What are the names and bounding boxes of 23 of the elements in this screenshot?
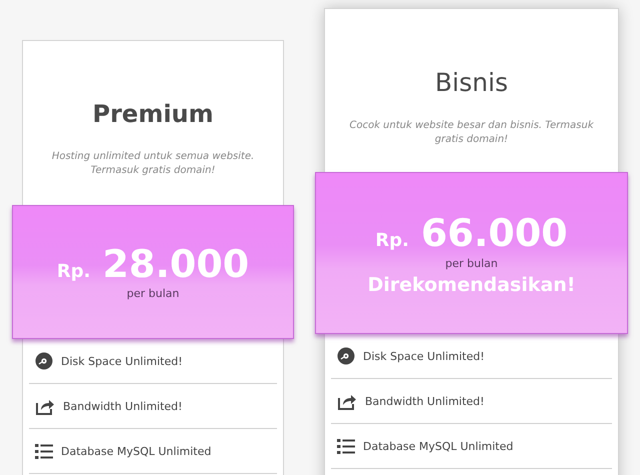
list-icon [337,438,355,454]
plan-description: Hosting unlimited untuk semua website. Termasuk gratis domain! [50,150,256,177]
share-icon [35,397,55,415]
feature-label: Database MySQL Unlimited [363,440,514,452]
disc-icon [35,352,53,370]
feature-label: Disk Space Unlimited! [363,350,485,362]
list-icon [35,444,53,458]
plan-description: Cocok untuk website besar dan bisnis. Termasuk gratis domain! [348,119,595,146]
price-amount: 66.000 [420,213,568,255]
period-label: per bulan [126,287,180,300]
period-label: per bulan [445,256,498,270]
disc-icon [337,347,355,365]
feature-label: Bandwidth Unlimited! [365,394,484,408]
plan-title: Bisnis [435,68,508,97]
currency-label: Rp. [375,230,409,251]
currency-label: Rp. [56,260,90,282]
feature-label: Disk Space Unlimited! [61,354,183,368]
share-icon [337,392,357,410]
price-amount: 28.000 [102,244,250,286]
recommended-label: Direkomendasikan! [368,274,576,296]
feature-label: Database MySQL Unlimited [61,444,212,458]
plan-title: Premium [92,100,214,128]
feature-label: Bandwidth Unlimited! [63,400,182,412]
